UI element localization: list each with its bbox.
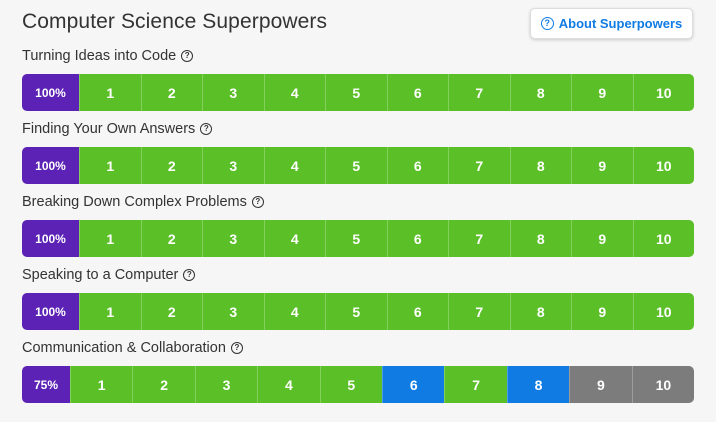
level-7-tile[interactable]: 7 bbox=[448, 220, 510, 257]
skill-name: Turning Ideas into Code bbox=[22, 48, 177, 64]
skill-name: Communication & Collaboration bbox=[22, 340, 226, 356]
level-3-tile[interactable]: 3 bbox=[202, 293, 264, 330]
skill-name: Speaking to a Computer bbox=[22, 267, 179, 283]
skill-row: Communication & Collaboration? 75% 1 2 3 4 5 6 7… bbox=[22, 339, 694, 403]
level-3-tile[interactable]: 3 bbox=[202, 220, 264, 257]
level-7-tile[interactable]: 7 bbox=[448, 74, 510, 111]
level-1-tile[interactable]: 1 bbox=[79, 74, 141, 111]
level-8-tile[interactable]: 8 bbox=[509, 74, 571, 111]
help-icon[interactable]: ? bbox=[230, 342, 243, 354]
level-9-tile[interactable]: 9 bbox=[571, 220, 633, 257]
about-superpowers-button[interactable]: ? About Superpowers bbox=[530, 8, 693, 39]
level-5-tile[interactable]: 5 bbox=[325, 293, 387, 330]
level-bar: 100% 1 2 3 4 5 6 7 8 9 10 bbox=[22, 220, 694, 257]
level-4-tile[interactable]: 4 bbox=[263, 147, 325, 184]
level-3-tile[interactable]: 3 bbox=[202, 74, 264, 111]
level-9-tile[interactable]: 9 bbox=[571, 147, 633, 184]
level-5-tile[interactable]: 5 bbox=[325, 147, 387, 184]
level-9-tile[interactable]: 9 bbox=[569, 366, 632, 403]
level-4-tile[interactable]: 4 bbox=[263, 74, 325, 111]
level-bar: 75% 1 2 3 4 5 6 7 8 9 10 bbox=[22, 366, 694, 403]
skill-name: Finding Your Own Answers bbox=[22, 121, 196, 137]
help-icon[interactable]: ? bbox=[200, 123, 213, 135]
level-6-tile[interactable]: 6 bbox=[386, 220, 448, 257]
skill-row: Breaking Down Complex Problems? 100% 1 2 3 4 5… bbox=[22, 193, 694, 257]
skill-header: Turning Ideas into Code? bbox=[22, 47, 694, 65]
progress-percent: 100% bbox=[22, 293, 79, 330]
level-10-tile[interactable]: 10 bbox=[632, 293, 694, 330]
level-8-tile[interactable]: 8 bbox=[509, 220, 571, 257]
level-1-tile[interactable]: 1 bbox=[79, 147, 141, 184]
level-7-tile[interactable]: 7 bbox=[448, 147, 510, 184]
progress-percent: 75% bbox=[22, 366, 70, 403]
page-title: Computer Science Superpowers bbox=[22, 10, 328, 33]
level-2-tile[interactable]: 2 bbox=[132, 366, 195, 403]
level-4-tile[interactable]: 4 bbox=[263, 220, 325, 257]
level-5-tile[interactable]: 5 bbox=[325, 220, 387, 257]
about-button-label: About Superpowers bbox=[558, 16, 683, 31]
level-10-tile[interactable]: 10 bbox=[632, 74, 694, 111]
level-8-tile[interactable]: 8 bbox=[506, 366, 570, 403]
level-6-tile[interactable]: 6 bbox=[382, 366, 445, 403]
level-6-tile[interactable]: 6 bbox=[386, 147, 448, 184]
progress-percent: 100% bbox=[22, 220, 79, 257]
help-icon[interactable]: ? bbox=[251, 196, 264, 208]
level-8-tile[interactable]: 8 bbox=[509, 147, 571, 184]
help-icon[interactable]: ? bbox=[183, 269, 196, 281]
level-3-tile[interactable]: 3 bbox=[202, 147, 264, 184]
level-6-tile[interactable]: 6 bbox=[386, 293, 448, 330]
skill-header: Speaking to a Computer? bbox=[22, 266, 694, 284]
level-2-tile[interactable]: 2 bbox=[140, 147, 202, 184]
level-bar: 100% 1 2 3 4 5 6 7 8 9 10 bbox=[22, 147, 694, 184]
skill-row: Turning Ideas into Code? 100% 1 2 3 4 5 6 7 8 9 10 bbox=[22, 47, 694, 111]
question-circle-icon: ? bbox=[540, 17, 554, 30]
progress-percent: 100% bbox=[22, 74, 79, 111]
level-2-tile[interactable]: 2 bbox=[140, 220, 202, 257]
skill-header: Communication & Collaboration? bbox=[22, 339, 694, 357]
level-6-tile[interactable]: 6 bbox=[386, 74, 448, 111]
level-10-tile[interactable]: 10 bbox=[631, 366, 694, 403]
level-3-tile[interactable]: 3 bbox=[194, 366, 258, 403]
level-bar: 100% 1 2 3 4 5 6 7 8 9 10 bbox=[22, 293, 694, 330]
skill-row: Finding Your Own Answers? 100% 1 2 3 4 5 6 7 8 9 10 bbox=[22, 120, 694, 184]
level-9-tile[interactable]: 9 bbox=[571, 74, 633, 111]
level-2-tile[interactable]: 2 bbox=[140, 74, 202, 111]
level-1-tile[interactable]: 1 bbox=[79, 220, 141, 257]
level-5-tile[interactable]: 5 bbox=[319, 366, 383, 403]
skill-name: Breaking Down Complex Problems bbox=[22, 194, 247, 210]
level-10-tile[interactable]: 10 bbox=[632, 220, 694, 257]
help-icon[interactable]: ? bbox=[181, 50, 194, 62]
level-4-tile[interactable]: 4 bbox=[257, 366, 320, 403]
skill-header: Finding Your Own Answers? bbox=[22, 120, 694, 138]
level-7-tile[interactable]: 7 bbox=[448, 293, 510, 330]
level-10-tile[interactable]: 10 bbox=[632, 147, 694, 184]
level-1-tile[interactable]: 1 bbox=[70, 366, 133, 403]
level-7-tile[interactable]: 7 bbox=[444, 366, 507, 403]
skill-row: Speaking to a Computer? 100% 1 2 3 4 5 6 7 8 9 10 bbox=[22, 266, 694, 330]
skill-header: Breaking Down Complex Problems? bbox=[22, 193, 694, 211]
level-bar: 100% 1 2 3 4 5 6 7 8 9 10 bbox=[22, 74, 694, 111]
level-1-tile[interactable]: 1 bbox=[79, 293, 141, 330]
level-2-tile[interactable]: 2 bbox=[140, 293, 202, 330]
progress-percent: 100% bbox=[22, 147, 79, 184]
level-8-tile[interactable]: 8 bbox=[509, 293, 571, 330]
level-5-tile[interactable]: 5 bbox=[325, 74, 387, 111]
level-4-tile[interactable]: 4 bbox=[263, 293, 325, 330]
level-9-tile[interactable]: 9 bbox=[571, 293, 633, 330]
